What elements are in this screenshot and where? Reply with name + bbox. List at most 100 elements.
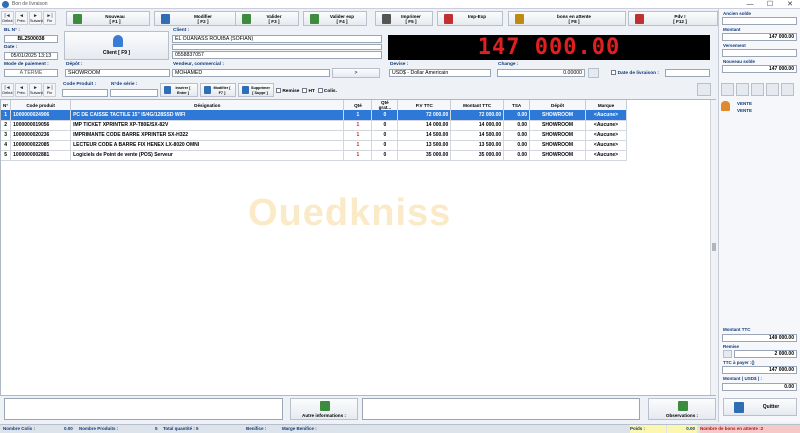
autre-informations-button[interactable]: Autre informations : bbox=[290, 398, 358, 420]
marge-label: Marge Benifice : bbox=[282, 426, 317, 431]
line-last-button[interactable]: ►| Fin bbox=[43, 83, 56, 97]
vendeur-label: Vendeur, commercial : bbox=[173, 62, 224, 67]
line-prev-button[interactable]: ◄ Préc. bbox=[15, 83, 28, 97]
search-icon[interactable] bbox=[751, 83, 764, 96]
change-picker-icon[interactable] bbox=[588, 68, 599, 78]
table-row[interactable]: 4 1000000022085 LECTEUR CODE A BARRE FIX H… bbox=[1, 140, 627, 151]
minimize-button[interactable]: — bbox=[740, 0, 760, 9]
line-first-button[interactable]: |◄ Début bbox=[1, 83, 14, 97]
cell-qty-free: 0 bbox=[371, 130, 399, 141]
date-livraison-checkbox[interactable] bbox=[611, 70, 616, 75]
col-header-num[interactable]: N° bbox=[1, 100, 12, 110]
cell-tsa: 0.00 bbox=[503, 110, 531, 121]
nouveau-solde-label: Nouveau solde bbox=[723, 59, 756, 64]
insert-button[interactable]: Insérer [ Enter ] bbox=[160, 83, 198, 97]
change-field[interactable]: 0.00000 bbox=[497, 69, 585, 77]
nav-next-button[interactable]: ► Suivant bbox=[29, 11, 43, 25]
client-address-field[interactable] bbox=[172, 44, 382, 50]
download-icon[interactable] bbox=[781, 83, 794, 96]
options-menu-icon[interactable] bbox=[697, 83, 711, 96]
client-phone-field[interactable]: 0558837057 bbox=[172, 51, 382, 59]
validate-button[interactable]: Valider[ F3 ] bbox=[235, 11, 299, 26]
table-row[interactable]: 1 1000000024906 PC DE CAISSE TACTILE 15" I… bbox=[1, 110, 627, 121]
modify-line-button[interactable]: Modifier [ F7 ] bbox=[200, 83, 236, 97]
devise-label: Devise : bbox=[390, 62, 409, 67]
vendeur-select[interactable]: MOHAMED bbox=[172, 69, 330, 77]
maximize-button[interactable]: ☐ bbox=[760, 0, 780, 9]
products-count-label: Nombre Produits : bbox=[79, 426, 119, 431]
cart-icon[interactable] bbox=[736, 83, 749, 96]
print-icon[interactable] bbox=[721, 83, 734, 96]
versement-value[interactable] bbox=[722, 49, 797, 57]
col-header-montant-ttc[interactable]: Montant TTC bbox=[450, 100, 505, 110]
date-field[interactable]: 05/01/2025 13:13 bbox=[4, 52, 58, 60]
new-button[interactable]: Nouveau[ F1 ] bbox=[66, 11, 150, 26]
serie-label: N°de série : bbox=[111, 82, 138, 87]
col-header-pv-ttc[interactable]: P.V TTC bbox=[397, 100, 452, 110]
pending-bons-button[interactable]: bons en attente[ F8 ] bbox=[508, 11, 626, 26]
vendeur-next-button[interactable]: > bbox=[332, 68, 380, 78]
client-button[interactable]: Client [ F9 ] bbox=[64, 31, 169, 60]
app-icon bbox=[2, 1, 9, 8]
depot-label: Dépôt : bbox=[66, 62, 83, 67]
imp-exp-button[interactable]: Imp-Exp bbox=[437, 11, 503, 26]
col-header-marque[interactable]: Marque bbox=[585, 100, 627, 110]
pending-bons[interactable]: Nombre de bons en attente :2 bbox=[700, 425, 800, 433]
close-button[interactable]: ✕ bbox=[780, 0, 800, 9]
serie-input[interactable] bbox=[110, 89, 158, 97]
users-icon[interactable] bbox=[766, 83, 779, 96]
notes-input-right[interactable] bbox=[362, 398, 640, 420]
products-count-value: 5 bbox=[155, 426, 158, 431]
montant-ttc-label: Montant TTC bbox=[723, 327, 751, 332]
nav-prev-button[interactable]: ◄ Préc. bbox=[15, 11, 28, 25]
cell-marque: <Aucune> bbox=[585, 110, 627, 121]
print-button[interactable]: Imprimer[ F5 ] bbox=[375, 11, 433, 26]
record-navigation: |◄ Début ◄ Préc. ► Suivant ►| Fin bbox=[1, 11, 56, 25]
cell-depot: SHOWROOM bbox=[529, 150, 586, 161]
table-row[interactable]: 2 1000000019056 IMP TICKET XPRINTER XP-T80… bbox=[1, 120, 627, 131]
delete-line-button[interactable]: Supprimer [ Suppr ] bbox=[238, 83, 274, 97]
col-header-code[interactable]: Code produit bbox=[10, 100, 72, 110]
quit-button[interactable]: Quitter bbox=[723, 398, 797, 416]
line-next-button[interactable]: ► Suivant bbox=[29, 83, 43, 97]
cell-depot: SHOWROOM bbox=[529, 120, 586, 131]
col-header-depot[interactable]: Dépôt bbox=[529, 100, 586, 110]
montant-usd-value: 0.00 bbox=[722, 383, 797, 391]
table-row[interactable]: 3 1000000020236 IMPRIMANTE CODE BARRE XPRI… bbox=[1, 130, 627, 141]
grid-scrollbar[interactable] bbox=[710, 100, 716, 395]
remise-total-label: Remise bbox=[723, 344, 740, 349]
cell-pv-ttc: 72 000.00 bbox=[397, 110, 452, 121]
nouveau-solde-value: 147 000.00 bbox=[722, 65, 797, 73]
date-livraison-field[interactable] bbox=[665, 69, 710, 77]
validate-exp-button[interactable]: Valider exp[ F4 ] bbox=[303, 11, 367, 26]
client-icon bbox=[113, 35, 123, 47]
cell-marque: <Aucune> bbox=[585, 130, 627, 141]
col-header-qty-free[interactable]: Qté grat... bbox=[371, 100, 399, 110]
devise-select[interactable]: USD$ - Dollar Americain bbox=[389, 69, 491, 77]
notes-input-left[interactable] bbox=[4, 398, 283, 420]
cell-qty: 1 bbox=[343, 110, 373, 121]
bl-number-field[interactable]: BL2500038 bbox=[4, 35, 58, 43]
col-header-designation[interactable]: Désignation bbox=[70, 100, 345, 110]
table-row[interactable]: 5 1000000002881 Logiciels de Point de vent… bbox=[1, 150, 627, 161]
cell-qty: 1 bbox=[343, 140, 373, 151]
remise-checkbox[interactable] bbox=[276, 88, 281, 93]
scroll-thumb[interactable] bbox=[712, 243, 716, 251]
cell-tsa: 0.00 bbox=[503, 130, 531, 141]
nav-last-button[interactable]: ►| Fin bbox=[43, 11, 56, 25]
col-header-tsa[interactable]: TSA bbox=[503, 100, 531, 110]
pdv-button[interactable]: Pdv ![ F12 ] bbox=[628, 11, 718, 26]
depot-select[interactable]: SHOWROOM bbox=[65, 69, 170, 77]
modify-button[interactable]: Modifier[ F2 ] bbox=[154, 11, 238, 26]
remise-total-value[interactable]: 2 000.00 bbox=[734, 350, 797, 358]
client-name-field[interactable]: EL OUANASS ROUIBA (SOFIAN) bbox=[172, 35, 382, 43]
montant-ttc-value: 149 000.00 bbox=[722, 334, 797, 342]
col-header-qty[interactable]: Qté bbox=[343, 100, 373, 110]
observations-button[interactable]: Observations : bbox=[648, 398, 716, 420]
nav-first-button[interactable]: |◄ Début bbox=[1, 11, 14, 25]
ht-checkbox[interactable] bbox=[302, 88, 308, 93]
colis-checkbox[interactable] bbox=[317, 88, 323, 93]
remise-icon[interactable] bbox=[723, 350, 732, 358]
code-produit-input[interactable] bbox=[62, 89, 108, 97]
payment-mode-select[interactable]: A TERME bbox=[4, 69, 58, 77]
